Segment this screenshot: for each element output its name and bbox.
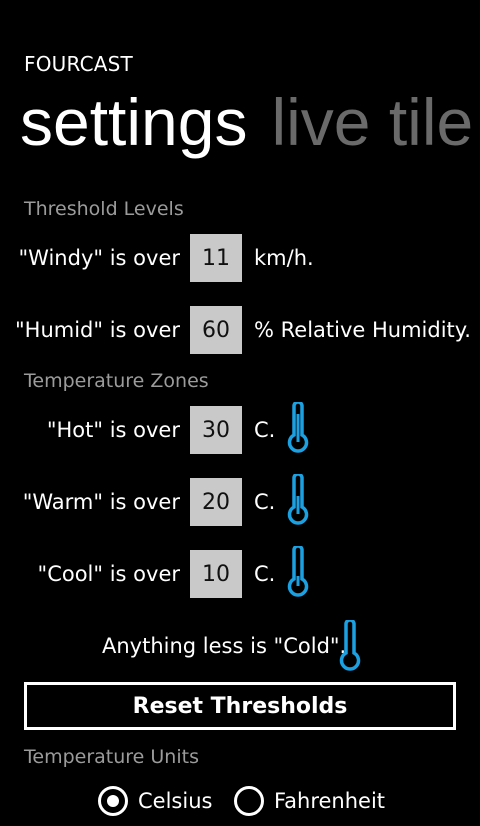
fahrenheit-label: Fahrenheit <box>274 789 386 813</box>
fahrenheit-radio[interactable]: Fahrenheit <box>234 786 385 816</box>
temperature-zones-header: Temperature Zones <box>24 370 209 392</box>
hot-row: "Hot" is over C. <box>0 402 480 454</box>
temperature-units-header: Temperature Units <box>24 746 199 768</box>
thermometer-icon <box>339 620 361 671</box>
radio-button-icon[interactable] <box>234 786 264 816</box>
celsius-label: Celsius <box>138 789 213 813</box>
windy-row: "Windy" is over km/h. <box>0 234 480 282</box>
warm-label: "Warm" is over <box>22 490 180 514</box>
threshold-levels-header: Threshold Levels <box>24 198 184 220</box>
app-title: FOURCAST <box>24 52 133 76</box>
hot-label: "Hot" is over <box>46 418 180 442</box>
cool-unit: C. <box>254 562 276 586</box>
temperature-units-options: Celsius Fahrenheit <box>0 786 480 826</box>
warm-unit: C. <box>254 490 276 514</box>
radio-button-icon[interactable] <box>98 786 128 816</box>
hot-threshold-input[interactable] <box>190 406 242 454</box>
thermometer-icon <box>287 474 309 525</box>
windy-threshold-input[interactable] <box>190 234 242 282</box>
cool-row: "Cool" is over C. <box>0 546 480 598</box>
thermometer-icon <box>287 546 309 597</box>
pivot-item-settings[interactable]: settings <box>20 85 247 159</box>
cold-row: Anything less is "Cold". <box>0 620 480 671</box>
thermometer-icon <box>287 402 309 453</box>
hot-unit: C. <box>254 418 276 442</box>
cold-label: Anything less is "Cold". <box>102 634 347 658</box>
humid-row: "Humid" is over % Relative Humidity. <box>0 306 480 354</box>
warm-row: "Warm" is over C. <box>0 474 480 526</box>
pivot-item-live-tile[interactable]: live tile <box>271 85 473 159</box>
cool-label: "Cool" is over <box>37 562 180 586</box>
humid-label: "Humid" is over <box>15 318 180 342</box>
cool-threshold-input[interactable] <box>190 550 242 598</box>
celsius-radio[interactable]: Celsius <box>98 786 212 816</box>
humid-threshold-input[interactable] <box>190 306 242 354</box>
warm-threshold-input[interactable] <box>190 478 242 526</box>
windy-unit: km/h. <box>254 246 314 270</box>
radio-selected-dot <box>107 795 119 807</box>
pivot-header: settings live tile <box>20 82 473 162</box>
humid-unit: % Relative Humidity. <box>254 318 471 342</box>
reset-thresholds-button[interactable]: Reset Thresholds <box>24 682 456 730</box>
windy-label: "Windy" is over <box>18 246 180 270</box>
